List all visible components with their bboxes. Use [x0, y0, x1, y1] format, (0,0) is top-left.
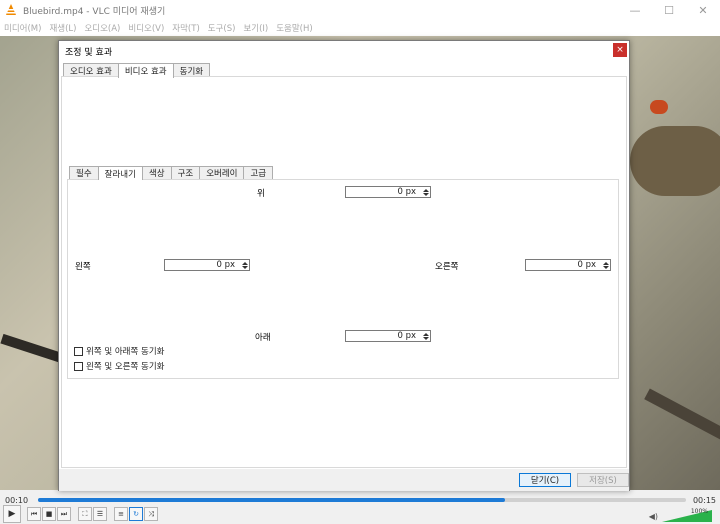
sync-left-right-label: 왼쪽 및 오른쪽 동기화 [86, 362, 165, 372]
video-bird-head [650, 100, 668, 114]
tab-video-effects[interactable]: 비디오 효과 [117, 63, 174, 78]
menu-audio[interactable]: 오디오(A) [84, 22, 120, 34]
crop-bottom-value: 0 px [397, 331, 416, 341]
seek-slider[interactable] [38, 498, 686, 502]
previous-button[interactable]: ⏮ [27, 507, 41, 521]
tab-colors[interactable]: 색상 [141, 166, 172, 179]
tab-essential[interactable]: 필수 [69, 166, 99, 179]
crop-right-value: 0 px [577, 260, 596, 270]
close-window-button[interactable]: ✕ [686, 0, 720, 20]
stop-button[interactable]: ■ [42, 507, 56, 521]
menu-playback[interactable]: 재생(L) [49, 22, 76, 34]
spin-arrows-icon[interactable] [602, 260, 610, 270]
tab-advanced[interactable]: 고급 [243, 166, 274, 179]
window-titlebar: Bluebird.mp4 - VLC 미디어 재생기 — ☐ ✕ [0, 0, 720, 20]
save-button[interactable]: 저장(S) [577, 473, 629, 487]
adjustments-dialog: 조정 및 효과 × 오디오 효과 비디오 효과 동기화 필수 잘라내기 색상 구… [58, 40, 630, 491]
video-bird-body [630, 126, 720, 196]
playlist-button[interactable]: ≡ [114, 507, 128, 521]
spin-arrows-icon[interactable] [422, 331, 430, 341]
shuffle-button[interactable]: ⤨ [144, 507, 158, 521]
dialog-close-button[interactable]: × [613, 43, 627, 57]
video-effects-subtabs: 필수 잘라내기 색상 구조 오버레이 고급 [69, 166, 274, 180]
crop-bottom-label: 아래 [255, 333, 271, 343]
crop-top-label: 위 [257, 189, 265, 199]
checkbox-box[interactable] [74, 346, 83, 356]
checkbox-box[interactable] [74, 361, 83, 371]
menu-tools[interactable]: 도구(S) [208, 22, 236, 34]
dialog-title: 조정 및 효과 [65, 48, 113, 58]
maximize-button[interactable]: ☐ [652, 0, 686, 20]
effects-tabs: 오디오 효과 비디오 효과 동기화 [63, 63, 211, 78]
menu-help[interactable]: 도움말(H) [276, 22, 312, 34]
crop-right-label: 오른쪽 [435, 262, 459, 272]
tab-crop[interactable]: 잘라내기 [97, 166, 143, 180]
loop-button[interactable]: ↻ [129, 507, 143, 521]
crop-top-spinbox[interactable]: 0 px [345, 186, 431, 198]
crop-left-value: 0 px [216, 260, 235, 270]
tab-audio-effects[interactable]: 오디오 효과 [63, 63, 119, 77]
crop-left-spinbox[interactable]: 0 px [164, 259, 250, 271]
spin-arrows-icon[interactable] [241, 260, 249, 270]
extended-settings-button[interactable]: ☰ [93, 507, 107, 521]
menu-subtitle[interactable]: 자막(T) [172, 22, 199, 34]
next-button[interactable]: ⏭ [57, 507, 71, 521]
crop-bottom-spinbox[interactable]: 0 px [345, 330, 431, 342]
tab-overlay[interactable]: 오버레이 [199, 166, 245, 179]
sync-top-bottom-checkbox[interactable]: 위쪽 및 아래쪽 동기화 [74, 345, 165, 357]
seek-slider-fill [38, 498, 505, 502]
crop-top-value: 0 px [397, 187, 416, 197]
menu-bar: 미디어(M) 재생(L) 오디오(A) 비디오(V) 자막(T) 도구(S) 보… [0, 20, 720, 36]
sync-left-right-checkbox[interactable]: 왼쪽 및 오른쪽 동기화 [74, 360, 165, 372]
volume-percent: 100% [690, 508, 708, 515]
play-button[interactable]: ▶ [3, 505, 21, 523]
window-title: Bluebird.mp4 - VLC 미디어 재생기 [23, 6, 166, 17]
tab-geometry[interactable]: 구조 [170, 166, 201, 179]
sync-top-bottom-label: 위쪽 및 아래쪽 동기화 [86, 347, 165, 357]
menu-media[interactable]: 미디어(M) [4, 22, 41, 34]
crop-right-spinbox[interactable]: 0 px [525, 259, 611, 271]
close-button[interactable]: 닫기(C) [519, 473, 571, 487]
fullscreen-button[interactable]: ⛶ [78, 507, 92, 521]
controls-bar: ▶ ⏮ ■ ⏭ ⛶ ☰ ≡ ↻ ⤨ [0, 504, 720, 524]
crop-panel: 위 0 px 왼쪽 0 px 오른쪽 0 px 아래 0 px 위쪽 및 아래쪽… [67, 179, 619, 379]
video-branch [644, 388, 720, 456]
menu-view[interactable]: 보기(I) [243, 22, 268, 34]
vlc-cone-icon [6, 4, 16, 15]
crop-left-label: 왼쪽 [75, 262, 91, 272]
speaker-icon[interactable]: ◀) [649, 512, 658, 521]
minimize-button[interactable]: — [618, 0, 652, 20]
menu-video[interactable]: 비디오(V) [128, 22, 164, 34]
spin-arrows-icon[interactable] [422, 187, 430, 197]
tab-synchronization[interactable]: 동기화 [172, 63, 211, 77]
